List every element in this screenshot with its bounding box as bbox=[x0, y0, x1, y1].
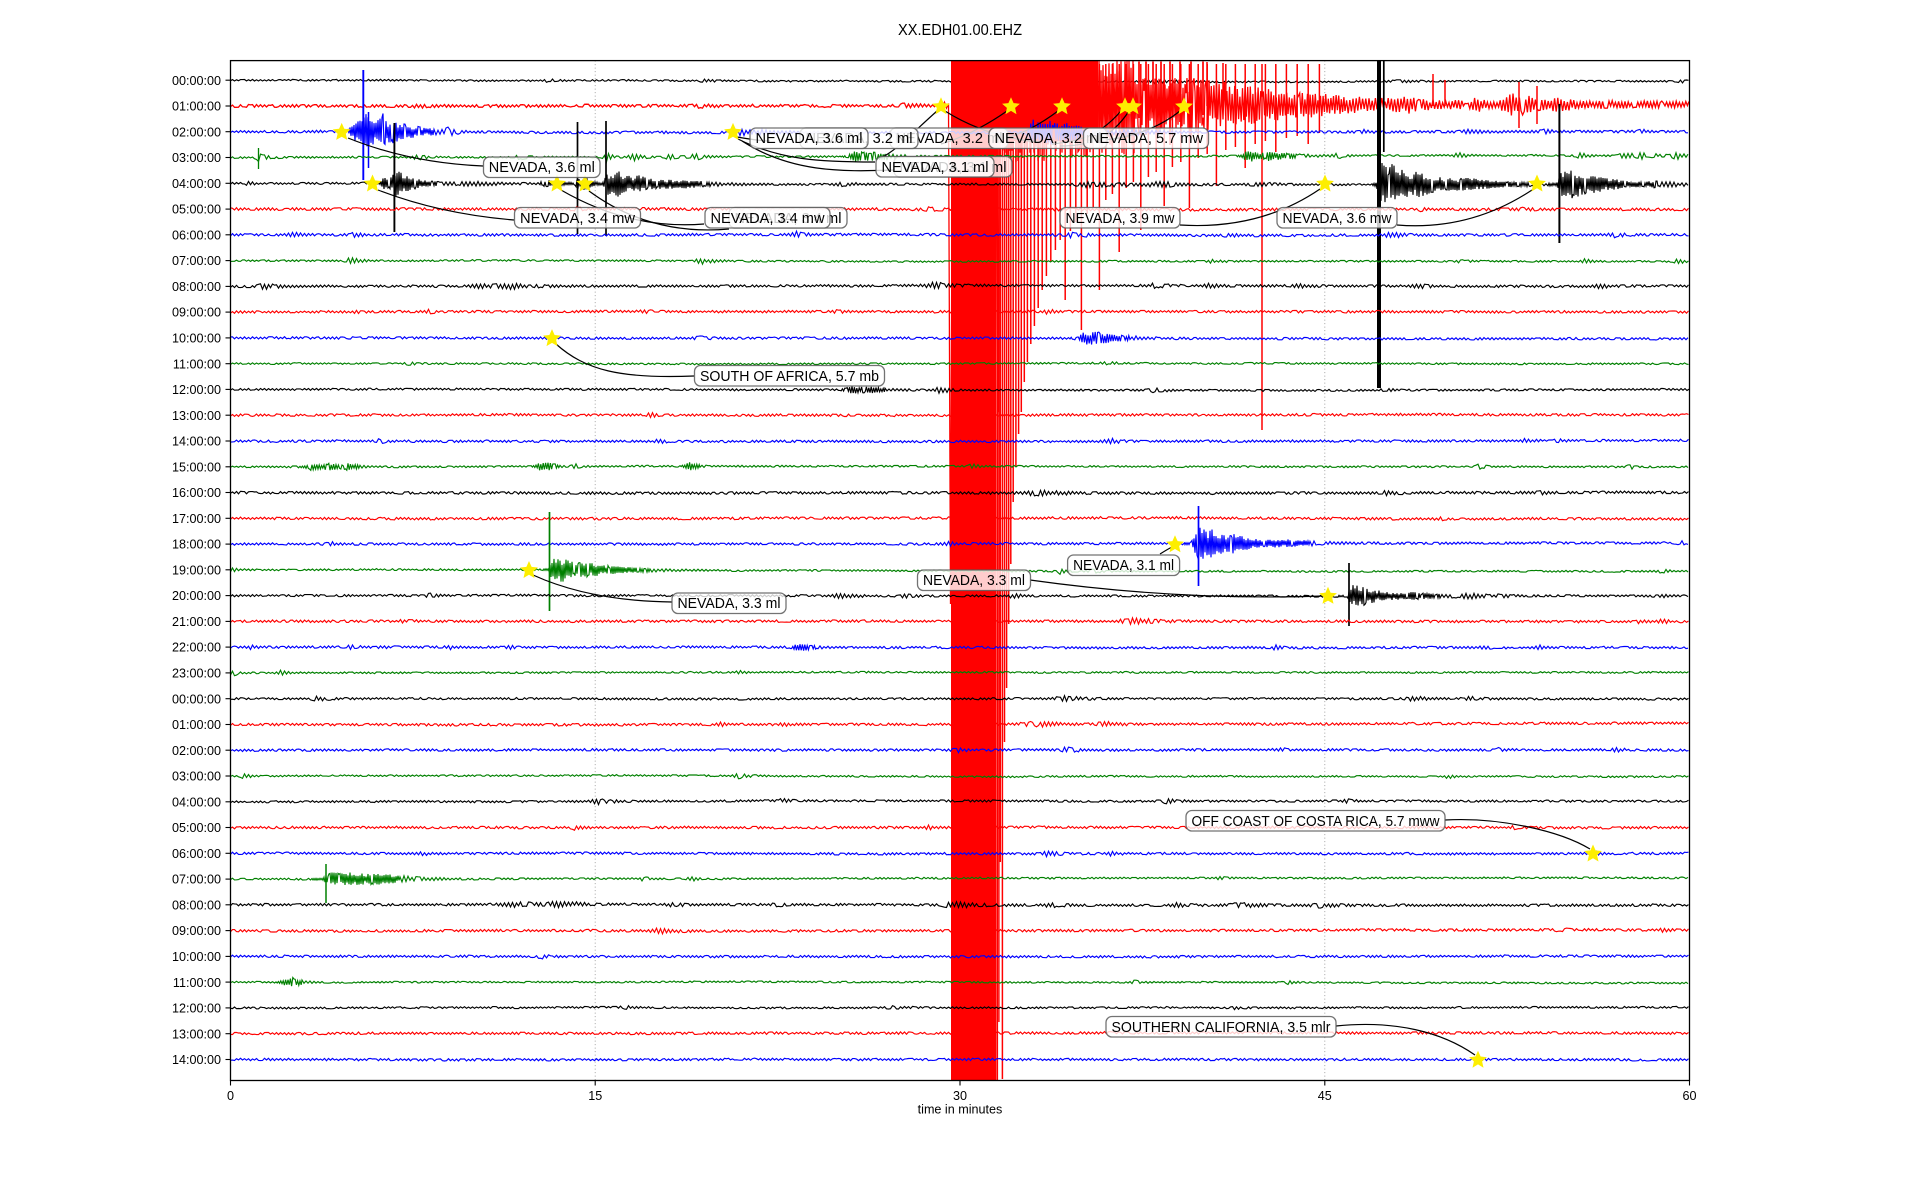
svg-text:NEVADA, 3.6 ml: NEVADA, 3.6 ml bbox=[756, 131, 863, 147]
svg-text:10:00:00: 10:00:00 bbox=[172, 332, 221, 346]
svg-text:30: 30 bbox=[953, 1089, 967, 1103]
svg-text:16:00:00: 16:00:00 bbox=[172, 486, 221, 500]
svg-text:SOUTHERN CALIFORNIA, 3.5 mlr: SOUTHERN CALIFORNIA, 3.5 mlr bbox=[1112, 1020, 1331, 1036]
svg-text:07:00:00: 07:00:00 bbox=[172, 873, 221, 887]
svg-text:02:00:00: 02:00:00 bbox=[172, 125, 221, 139]
svg-text:03:00:00: 03:00:00 bbox=[172, 151, 221, 165]
svg-text:45: 45 bbox=[1318, 1089, 1332, 1103]
svg-text:NEVADA, 3.3 ml: NEVADA, 3.3 ml bbox=[923, 573, 1025, 589]
svg-text:17:00:00: 17:00:00 bbox=[172, 512, 221, 526]
svg-text:SOUTH OF AFRICA, 5.7 mb: SOUTH OF AFRICA, 5.7 mb bbox=[700, 369, 879, 385]
svg-text:23:00:00: 23:00:00 bbox=[172, 667, 221, 681]
svg-text:NEVADA, 3.1 ml: NEVADA, 3.1 ml bbox=[1073, 558, 1174, 574]
svg-text:03:00:00: 03:00:00 bbox=[172, 770, 221, 784]
svg-text:06:00:00: 06:00:00 bbox=[172, 847, 221, 861]
svg-text:06:00:00: 06:00:00 bbox=[172, 228, 221, 242]
svg-text:NEVADA, 3.6 ml: NEVADA, 3.6 ml bbox=[489, 160, 595, 176]
svg-text:22:00:00: 22:00:00 bbox=[172, 641, 221, 655]
svg-text:15: 15 bbox=[588, 1089, 602, 1103]
svg-text:NEVADA, 3.4 mw: NEVADA, 3.4 mw bbox=[520, 211, 636, 227]
svg-text:08:00:00: 08:00:00 bbox=[172, 898, 221, 912]
svg-text:13:00:00: 13:00:00 bbox=[172, 1027, 221, 1041]
svg-text:07:00:00: 07:00:00 bbox=[172, 254, 221, 268]
svg-text:04:00:00: 04:00:00 bbox=[172, 795, 221, 809]
svg-text:08:00:00: 08:00:00 bbox=[172, 280, 221, 294]
svg-text:01:00:00: 01:00:00 bbox=[172, 718, 221, 732]
svg-text:NEVADA, 3.3 ml: NEVADA, 3.3 ml bbox=[678, 596, 781, 612]
svg-text:05:00:00: 05:00:00 bbox=[172, 203, 221, 217]
svg-text:0: 0 bbox=[227, 1089, 234, 1103]
svg-text:NEVADA, 3.4 mw: NEVADA, 3.4 mw bbox=[711, 211, 826, 227]
svg-text:19:00:00: 19:00:00 bbox=[172, 563, 221, 577]
svg-text:12:00:00: 12:00:00 bbox=[172, 383, 221, 397]
svg-text:00:00:00: 00:00:00 bbox=[172, 692, 221, 706]
svg-text:02:00:00: 02:00:00 bbox=[172, 744, 221, 758]
svg-text:21:00:00: 21:00:00 bbox=[172, 615, 221, 629]
svg-text:18:00:00: 18:00:00 bbox=[172, 538, 221, 552]
svg-text:10:00:00: 10:00:00 bbox=[172, 950, 221, 964]
svg-text:01:00:00: 01:00:00 bbox=[172, 100, 221, 114]
svg-text:time in minutes: time in minutes bbox=[918, 1103, 1003, 1117]
svg-text:12:00:00: 12:00:00 bbox=[172, 1002, 221, 1016]
svg-text:14:00:00: 14:00:00 bbox=[172, 435, 221, 449]
svg-text:09:00:00: 09:00:00 bbox=[172, 924, 221, 938]
svg-text:00:00:00: 00:00:00 bbox=[172, 74, 221, 88]
svg-text:60: 60 bbox=[1682, 1089, 1696, 1103]
svg-text:05:00:00: 05:00:00 bbox=[172, 821, 221, 835]
svg-text:09:00:00: 09:00:00 bbox=[172, 306, 221, 320]
svg-text:NEVADA, 3.6 mw: NEVADA, 3.6 mw bbox=[1283, 211, 1392, 227]
svg-text:NEVADA, 3.9 mw: NEVADA, 3.9 mw bbox=[1066, 211, 1175, 227]
svg-text:15:00:00: 15:00:00 bbox=[172, 460, 221, 474]
svg-text:04:00:00: 04:00:00 bbox=[172, 177, 221, 191]
svg-text:11:00:00: 11:00:00 bbox=[173, 976, 221, 990]
svg-text:11:00:00: 11:00:00 bbox=[173, 357, 221, 371]
svg-text:13:00:00: 13:00:00 bbox=[172, 409, 221, 423]
svg-text:OFF COAST OF COSTA RICA, 5.7 m: OFF COAST OF COSTA RICA, 5.7 mww bbox=[1192, 814, 1440, 830]
svg-text:14:00:00: 14:00:00 bbox=[172, 1053, 221, 1067]
svg-text:NEVADA, 5.7 mw: NEVADA, 5.7 mw bbox=[1089, 131, 1204, 147]
svg-text:NEVADA, 3.1 ml: NEVADA, 3.1 ml bbox=[882, 160, 989, 176]
svg-text:XX.EDH01.00.EHZ: XX.EDH01.00.EHZ bbox=[898, 22, 1022, 39]
svg-text:20:00:00: 20:00:00 bbox=[172, 589, 221, 603]
